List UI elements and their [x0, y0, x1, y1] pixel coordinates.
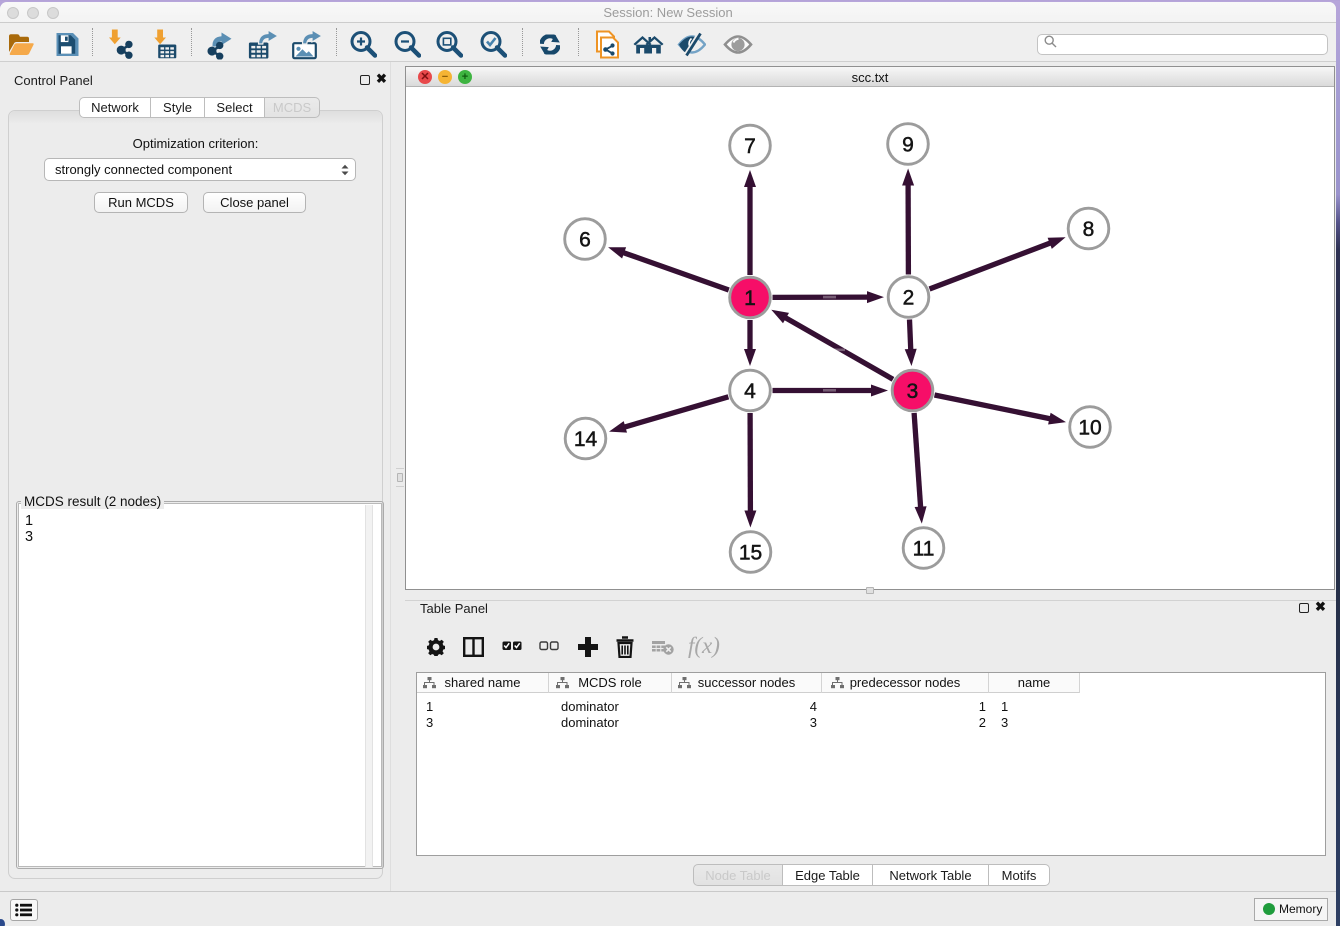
- svg-text:4: 4: [744, 380, 756, 403]
- svg-text:10: 10: [1078, 417, 1101, 440]
- svg-text:8: 8: [1083, 218, 1095, 241]
- svg-text:2: 2: [903, 287, 915, 310]
- svg-text:1: 1: [744, 287, 756, 310]
- svg-text:15: 15: [739, 542, 762, 565]
- svg-text:3: 3: [907, 380, 919, 403]
- svg-text:9: 9: [902, 134, 914, 157]
- svg-text:6: 6: [579, 229, 591, 252]
- svg-text:14: 14: [574, 428, 598, 451]
- svg-text:7: 7: [744, 135, 756, 158]
- svg-text:11: 11: [913, 538, 935, 561]
